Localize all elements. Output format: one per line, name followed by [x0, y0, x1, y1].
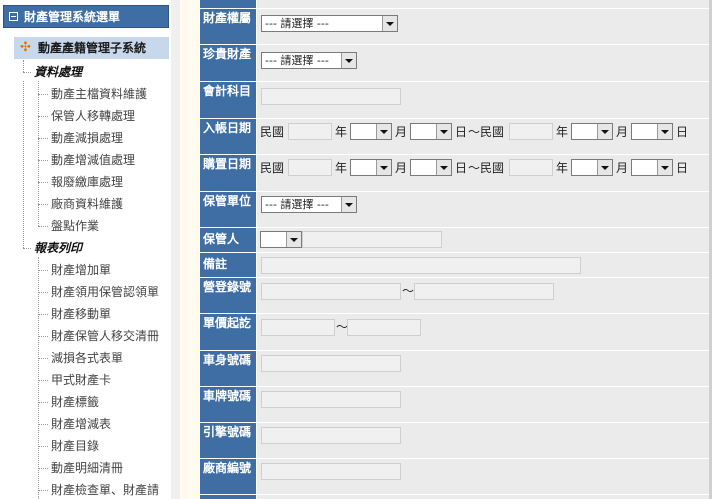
- move-cross-icon: ✣: [20, 40, 31, 55]
- sidebar: 財產管理系統選單 ✣ 動產產籍管理子系統 資料處理 動產主檔資料維護 保管人移轉…: [0, 0, 180, 499]
- chevron-down-icon: [597, 160, 612, 175]
- chevron-down-icon: [597, 124, 612, 139]
- tree-item[interactable]: 動產增減值處理: [51, 152, 135, 168]
- label-purchase-date: 購置日期: [200, 155, 256, 191]
- label-reg-no: 營登錄號: [200, 278, 256, 313]
- tree-line: [23, 60, 24, 72]
- tree-item[interactable]: 減損各式表單: [51, 350, 123, 366]
- tree-line: [23, 72, 31, 73]
- tree-item[interactable]: 財產保管人移交清冊: [51, 328, 159, 344]
- chevron-down-icon: [286, 232, 301, 247]
- tree-item[interactable]: 廠商資料維護: [51, 196, 123, 212]
- label-vendor-no: 廠商編號: [200, 459, 256, 494]
- plate-no-input[interactable]: [261, 391, 401, 408]
- tree-line: [23, 81, 24, 248]
- label-plate-no: 車牌號碼: [200, 387, 256, 422]
- label-body-no: 車身號碼: [200, 351, 256, 386]
- label-remark: 備註: [200, 253, 256, 277]
- chevron-down-icon: [436, 160, 451, 175]
- tree-item[interactable]: 財產標籤: [51, 394, 99, 410]
- body-no-input[interactable]: [261, 355, 401, 372]
- chevron-down-icon: [657, 124, 672, 139]
- main-form: 財產權屬 --- 請選擇 --- 珍貴財產 --- 請選擇 --- 會計科目 入…: [180, 0, 712, 499]
- tree-line: [38, 257, 39, 499]
- entry-day-to[interactable]: [631, 123, 673, 140]
- label-ownership: 財產權屬: [200, 9, 256, 44]
- tree-item[interactable]: 保管人移轉處理: [51, 108, 135, 124]
- label-account: 會計科目: [200, 82, 256, 118]
- entry-year-from[interactable]: [288, 123, 332, 140]
- tree-line: [23, 248, 31, 249]
- tree-item[interactable]: 財產增減表: [51, 416, 111, 432]
- chevron-down-icon: [382, 16, 397, 31]
- label-engine-no: 引擎號碼: [200, 423, 256, 458]
- label-custody-unit: 保管單位: [200, 192, 256, 227]
- engine-no-input[interactable]: [261, 427, 401, 444]
- tree-item[interactable]: 財產目錄: [51, 438, 99, 454]
- purchase-month-to[interactable]: [571, 159, 613, 176]
- chevron-down-icon: [657, 160, 672, 175]
- entry-month-to[interactable]: [571, 123, 613, 140]
- purchase-day-to[interactable]: [631, 159, 673, 176]
- field-label-partial: [200, 495, 256, 499]
- label-unit-price: 單價起訖: [200, 314, 256, 350]
- tree-item[interactable]: 報廢繳庫處理: [51, 174, 123, 190]
- label-entry-date: 入帳日期: [200, 119, 256, 154]
- tree-item[interactable]: 甲式財產卡: [51, 372, 111, 388]
- subsystem-header[interactable]: ✣ 動產產籍管理子系統: [14, 37, 169, 59]
- chevron-down-icon: [376, 160, 391, 175]
- entry-year-to[interactable]: [509, 123, 553, 140]
- tree-item[interactable]: 盤點作業: [51, 218, 99, 234]
- chevron-down-icon: [341, 53, 356, 68]
- tree-group-reports[interactable]: 報表列印: [34, 240, 82, 256]
- tree-item[interactable]: 財產移動單: [51, 306, 111, 322]
- vendor-no-input[interactable]: [261, 463, 401, 480]
- subsystem-title: 動產產籍管理子系統: [38, 41, 147, 55]
- label-precious: 珍貴財產: [200, 45, 256, 81]
- chevron-down-icon: [436, 124, 451, 139]
- tree-item[interactable]: 財產領用保管認領單: [51, 284, 159, 300]
- purchase-day-from[interactable]: [410, 159, 452, 176]
- tree-item[interactable]: 財產檢查單、財產請: [51, 482, 159, 498]
- sidebar-scrollbar[interactable]: [171, 0, 180, 499]
- sidebar-title: 財產管理系統選單: [24, 10, 121, 24]
- purchase-year-to[interactable]: [509, 159, 553, 176]
- purchase-year-from[interactable]: [288, 159, 332, 176]
- field-label-partial: [200, 0, 256, 8]
- collapse-icon[interactable]: [9, 12, 18, 21]
- label-custodian: 保管人: [200, 228, 256, 252]
- reg-no-to[interactable]: [414, 283, 554, 300]
- custodian-input[interactable]: [302, 231, 442, 248]
- entry-month-from[interactable]: [350, 123, 392, 140]
- tree-group-data[interactable]: 資料處理: [34, 64, 82, 80]
- tree-item[interactable]: 動產主檔資料維護: [51, 86, 147, 102]
- entry-day-from[interactable]: [410, 123, 452, 140]
- remark-input[interactable]: [261, 257, 581, 274]
- tree-item[interactable]: 動產減損處理: [51, 130, 123, 146]
- tree-item[interactable]: 動產明細清冊: [51, 460, 123, 476]
- custody-unit-select[interactable]: --- 請選擇 ---: [261, 196, 357, 213]
- sidebar-header[interactable]: 財產管理系統選單: [3, 5, 169, 28]
- chevron-down-icon: [341, 197, 356, 212]
- price-to[interactable]: [347, 319, 421, 336]
- reg-no-from[interactable]: [261, 283, 401, 300]
- purchase-month-from[interactable]: [350, 159, 392, 176]
- chevron-down-icon: [376, 124, 391, 139]
- account-input[interactable]: [261, 88, 401, 105]
- ownership-select[interactable]: --- 請選擇 ---: [261, 15, 398, 32]
- price-from[interactable]: [261, 319, 335, 336]
- tree-item[interactable]: 財產增加單: [51, 262, 111, 278]
- custodian-select[interactable]: [260, 231, 302, 248]
- precious-select[interactable]: --- 請選擇 ---: [261, 52, 357, 69]
